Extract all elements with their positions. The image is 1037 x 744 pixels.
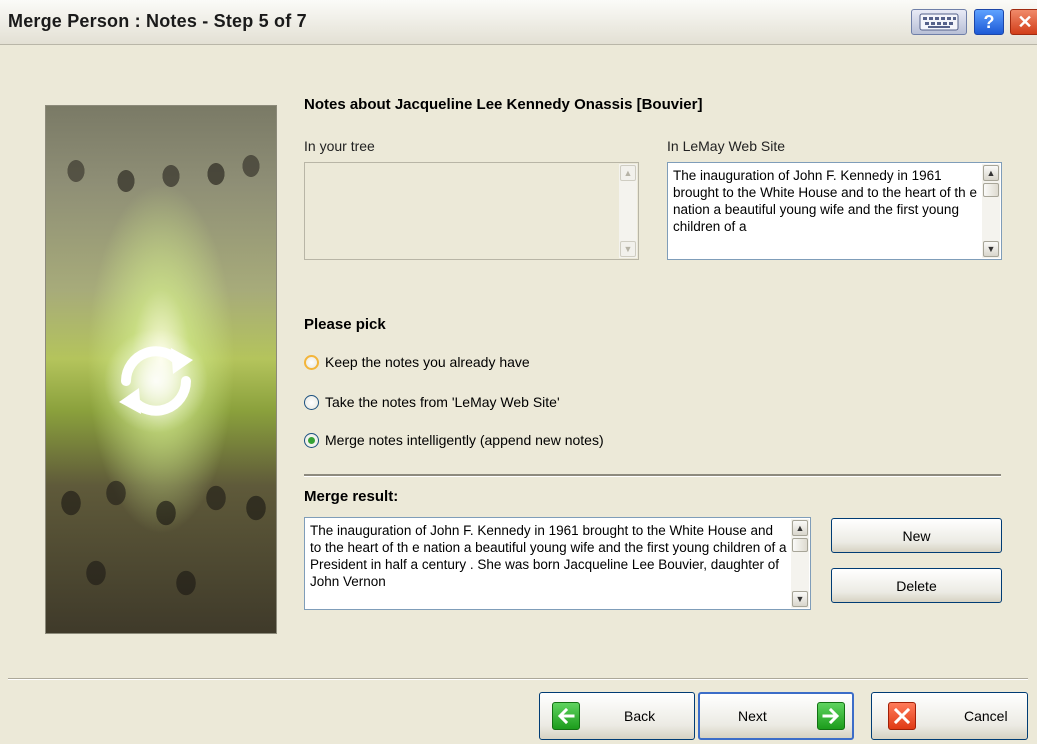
arrow-left-icon xyxy=(552,702,580,730)
cancel-label: Cancel xyxy=(964,708,1008,724)
merge-result-heading: Merge result: xyxy=(304,488,399,505)
scroll-down-icon[interactable]: ▼ xyxy=(983,241,999,257)
help-icon: ? xyxy=(983,11,995,32)
window-title: Merge Person : Notes - Step 5 of 7 xyxy=(8,11,307,31)
family-photo-top xyxy=(46,126,276,276)
merge-result-textbox[interactable]: The inauguration of John F. Kennedy in 1… xyxy=(304,517,811,610)
tree-notes-scrollbar[interactable]: ▲ ▼ xyxy=(619,164,637,258)
radio-button[interactable] xyxy=(304,432,319,448)
keyboard-button[interactable] xyxy=(911,9,967,35)
scroll-thumb[interactable] xyxy=(983,183,999,197)
new-button[interactable]: New xyxy=(831,518,1002,553)
help-button[interactable]: ? xyxy=(974,9,1004,35)
please-pick-heading: Please pick xyxy=(304,316,386,333)
footer-divider xyxy=(8,678,1028,680)
scroll-thumb[interactable] xyxy=(792,538,808,552)
radio-merge-notes[interactable]: Merge notes intelligently (append new no… xyxy=(304,432,604,448)
next-button[interactable]: Next xyxy=(698,692,854,740)
x-icon xyxy=(888,702,916,730)
scroll-up-icon[interactable]: ▲ xyxy=(792,520,808,536)
radio-keep-notes[interactable]: Keep the notes you already have xyxy=(304,354,530,370)
scroll-up-icon[interactable]: ▲ xyxy=(983,165,999,181)
delete-button[interactable]: Delete xyxy=(831,568,1002,603)
web-site-notes-text: The inauguration of John F. Kennedy in 1… xyxy=(673,168,977,234)
back-button[interactable]: Back xyxy=(539,692,695,740)
radio-take-notes[interactable]: Take the notes from 'LeMay Web Site' xyxy=(304,394,560,410)
web-site-notes-scrollbar[interactable]: ▲ ▼ xyxy=(982,164,1000,258)
back-label: Back xyxy=(624,708,656,724)
merge-result-text: The inauguration of John F. Kennedy in 1… xyxy=(310,523,787,589)
scroll-down-icon[interactable]: ▼ xyxy=(620,241,636,257)
web-site-notes-textbox[interactable]: The inauguration of John F. Kennedy in 1… xyxy=(667,162,1002,260)
notes-heading: Notes about Jacqueline Lee Kennedy Onass… xyxy=(304,96,703,113)
radio-label: Keep the notes you already have xyxy=(325,354,530,370)
family-photo-banner xyxy=(45,105,277,634)
sync-arrows-icon xyxy=(104,329,208,433)
keyboard-icon xyxy=(919,13,959,31)
radio-label: Merge notes intelligently (append new no… xyxy=(325,432,604,448)
tree-notes-textbox[interactable]: ▲ ▼ xyxy=(304,162,639,260)
next-label: Next xyxy=(738,708,767,724)
arrow-right-icon xyxy=(816,702,845,730)
merge-result-scrollbar[interactable]: ▲ ▼ xyxy=(791,519,809,608)
scroll-down-icon[interactable]: ▼ xyxy=(792,591,808,607)
section-divider xyxy=(304,474,1001,477)
cancel-button[interactable]: Cancel xyxy=(871,692,1028,740)
radio-button[interactable] xyxy=(304,394,319,410)
scroll-up-icon[interactable]: ▲ xyxy=(620,165,636,181)
in-web-site-label: In LeMay Web Site xyxy=(667,138,786,154)
in-your-tree-label: In your tree xyxy=(304,138,375,154)
radio-label: Take the notes from 'LeMay Web Site' xyxy=(325,394,560,410)
title-bar: Merge Person : Notes - Step 5 of 7 ? ✕ xyxy=(0,0,1037,45)
close-icon: ✕ xyxy=(1017,11,1033,32)
family-photo-bottom xyxy=(46,443,276,633)
close-button[interactable]: ✕ xyxy=(1010,9,1037,35)
radio-button[interactable] xyxy=(304,354,319,370)
